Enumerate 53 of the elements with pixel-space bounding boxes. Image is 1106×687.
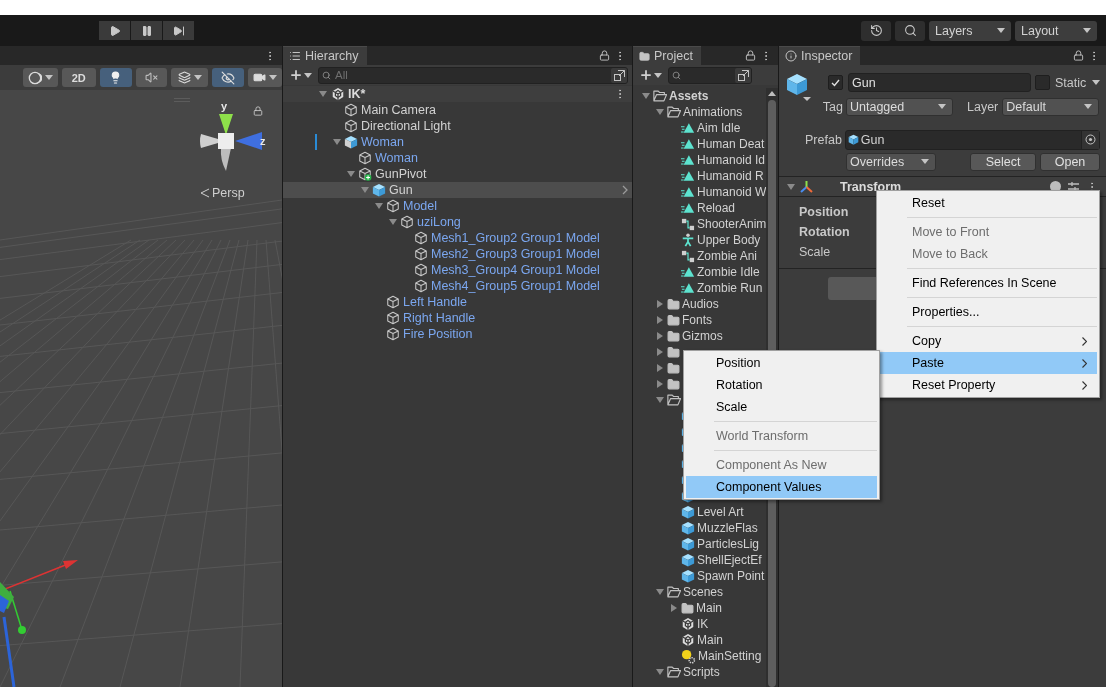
scene-name: IK* — [348, 87, 366, 101]
item-label: Audios — [682, 297, 719, 311]
component-title: Transform — [840, 179, 902, 194]
item-label: Humanoid R — [697, 169, 764, 183]
item-label: Humanoid W — [697, 185, 766, 199]
item-label: Left Handle — [403, 295, 467, 309]
static-label: Static — [1055, 75, 1087, 90]
item-label: uziLong — [417, 215, 461, 229]
item-label: Mesh1_Group2 Group1 Model — [431, 231, 600, 245]
item-label: Animations — [683, 105, 743, 119]
item-label: Reload — [697, 201, 736, 215]
property-label: Rotation — [799, 225, 850, 239]
item-label: Gizmos — [682, 329, 723, 343]
item-label: Main — [697, 633, 723, 647]
item-label: Level Art — [697, 505, 744, 519]
item-label: GunPivot — [375, 167, 427, 181]
item-label: Woman — [361, 135, 404, 149]
item-label: Directional Light — [361, 119, 451, 133]
item-label: Main Camera — [361, 103, 437, 117]
item-label: Aim Idle — [697, 121, 741, 135]
item-label: Main — [696, 601, 722, 615]
item-label: ShellEjectEf — [697, 553, 762, 567]
axis-label: y — [221, 100, 228, 112]
axis-label: z — [260, 135, 266, 147]
property-label: Position — [799, 205, 849, 219]
prefab-label: Prefab — [805, 132, 842, 147]
item-label: IK — [697, 617, 709, 631]
item-label: Fonts — [682, 313, 712, 327]
item-label: Fire Position — [403, 327, 473, 341]
item-label: Zombie Run — [697, 281, 763, 295]
item-label: Woman — [375, 151, 418, 165]
item-label: Assets — [669, 89, 709, 103]
item-label: Mesh4_Group5 Group1 Model — [431, 279, 600, 293]
item-label: Mesh2_Group3 Group1 Model — [431, 247, 600, 261]
item-label: Human Deat — [697, 137, 765, 151]
item-label: ShooterAnim — [697, 217, 766, 231]
property-label: Scale — [799, 245, 831, 259]
item-label: Spawn Point — [697, 569, 765, 583]
item-label: Zombie Ani — [697, 249, 758, 263]
item-label: Humanoid Id — [697, 153, 766, 167]
item-label: Scripts — [683, 665, 720, 679]
item-label: MuzzleFlas — [697, 521, 758, 535]
item-label: Model — [403, 199, 438, 213]
item-label: Mesh3_Group4 Group1 Model — [431, 263, 600, 277]
item-label: Gun — [389, 183, 413, 197]
item-label: Upper Body — [697, 233, 761, 247]
item-label: MainSetting — [698, 649, 762, 663]
item-label: Right Handle — [403, 311, 476, 325]
tag-label: Tag — [821, 99, 843, 114]
item-label: ParticlesLig — [697, 537, 760, 551]
item-label: Zombie Idle — [697, 265, 760, 279]
layer-label: Layer — [967, 99, 999, 114]
item-label: Scenes — [683, 585, 724, 599]
